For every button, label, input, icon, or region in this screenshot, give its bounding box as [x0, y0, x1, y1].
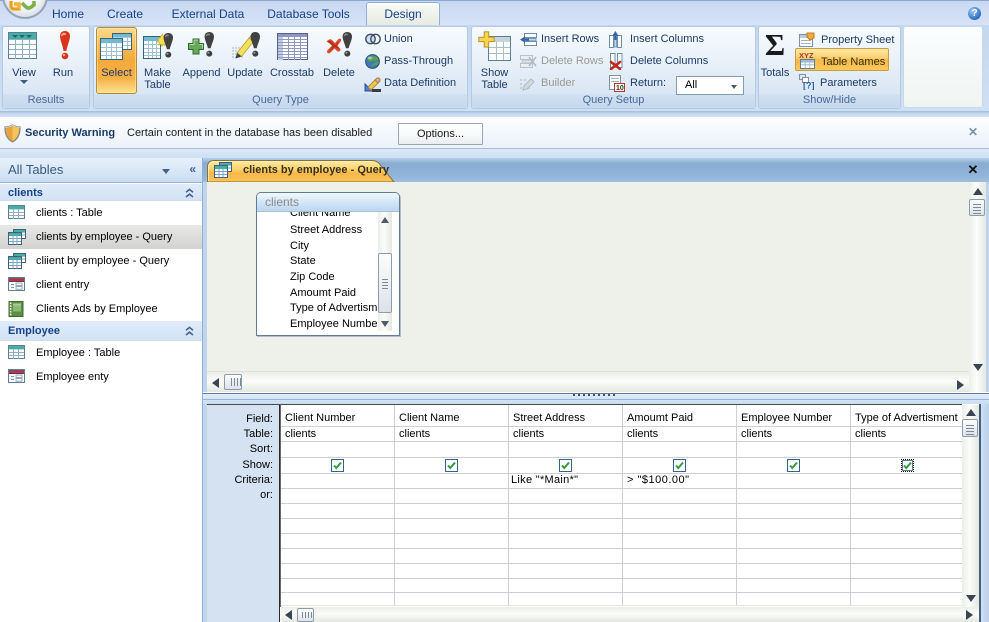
svg-text:XYZ: XYZ	[799, 51, 814, 60]
svg-text:[?]: [?]	[803, 81, 815, 91]
svg-text:10: 10	[616, 85, 624, 92]
